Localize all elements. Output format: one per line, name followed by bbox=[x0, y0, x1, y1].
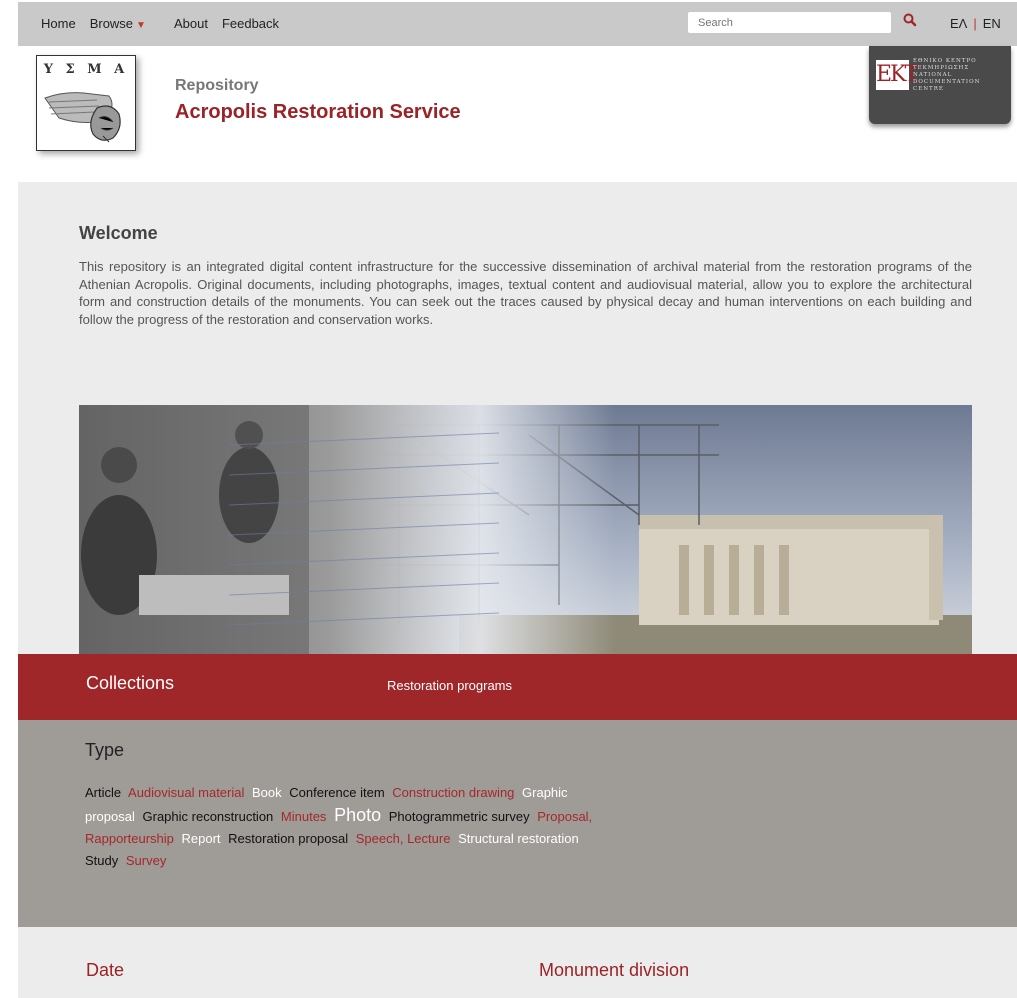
facets-section: Date Monument division bbox=[18, 927, 1017, 998]
type-tag[interactable]: Minutes bbox=[281, 809, 327, 824]
type-tag[interactable]: Structural restoration bbox=[458, 831, 579, 846]
type-tag[interactable]: Audiovisual material bbox=[128, 785, 244, 800]
monument-division-title: Monument division bbox=[539, 960, 690, 980]
welcome-title: Welcome bbox=[79, 223, 158, 243]
ekt-logo[interactable]: EKT ΕΘΝΙΚΟ ΚΕΝΤΡΟ ΤΕΚΜΗΡΙΩΣΗΣ NATIONAL D… bbox=[869, 46, 1011, 124]
ekt-caption: ΕΘΝΙΚΟ ΚΕΝΤΡΟ ΤΕΚΜΗΡΙΩΣΗΣ NATIONAL DOCUM… bbox=[913, 58, 980, 93]
top-navbar: Home Browse▼ About Feedback ΕΛ | EN bbox=[18, 2, 1017, 46]
ekt-line: CENTRE bbox=[913, 86, 944, 92]
ekt-line: NATIONAL bbox=[913, 72, 953, 78]
ekt-line: DOCUMENTATION bbox=[913, 79, 981, 85]
ysma-logo[interactable]: Υ Σ Μ Α bbox=[36, 55, 136, 151]
type-tag[interactable]: Restoration proposal bbox=[228, 831, 348, 846]
type-tag[interactable]: Graphic reconstruction bbox=[143, 809, 274, 824]
type-title: Type bbox=[85, 740, 125, 760]
nav-feedback[interactable]: Feedback bbox=[222, 16, 279, 31]
search-input[interactable] bbox=[688, 12, 891, 33]
ekt-monogram: EKT bbox=[876, 60, 919, 90]
language-switcher: ΕΛ | EN bbox=[950, 16, 1001, 31]
type-section: Type Article Audiovisual material Book C… bbox=[18, 720, 1017, 927]
welcome-section: Welcome This repository is an integrated… bbox=[18, 182, 1017, 654]
logo-text: Υ Σ Μ Α bbox=[43, 62, 129, 77]
type-tag[interactable]: Photogrammetric survey bbox=[389, 809, 530, 824]
type-tag[interactable]: Report bbox=[182, 831, 221, 846]
type-tag[interactable]: Photo bbox=[334, 805, 381, 825]
type-tag[interactable]: Conference item bbox=[289, 785, 384, 800]
ekt-line: ΤΕΚΜΗΡΙΩΣΗΣ bbox=[913, 65, 970, 71]
chevron-down-icon: ▼ bbox=[136, 20, 146, 31]
nav-browse[interactable]: Browse ▼ bbox=[90, 16, 160, 31]
nav-browse-label: Browse bbox=[89, 16, 134, 31]
type-tag[interactable]: Survey bbox=[126, 853, 166, 868]
lang-en-link[interactable]: EN bbox=[983, 16, 1001, 31]
nav-about[interactable]: About bbox=[174, 16, 208, 31]
banner-image bbox=[79, 405, 972, 654]
type-tag[interactable]: Article bbox=[85, 785, 121, 800]
date-title: Date bbox=[86, 960, 125, 980]
collections-bar: Collections Restoration programs bbox=[18, 654, 1017, 720]
nav-links: Home Browse ▼ About Feedback bbox=[41, 16, 293, 31]
welcome-text: This repository is an integrated digital… bbox=[79, 259, 972, 327]
collection-link-restoration-programs[interactable]: Restoration programs bbox=[387, 678, 512, 693]
search-icon[interactable] bbox=[902, 12, 918, 28]
type-tag[interactable]: Construction drawing bbox=[392, 785, 514, 800]
repository-title[interactable]: Acropolis Restoration Service bbox=[175, 101, 461, 124]
logo-sculpture-icon bbox=[44, 92, 121, 143]
type-tag[interactable]: Study bbox=[85, 853, 118, 868]
type-tag-cloud: Article Audiovisual material Book Confer… bbox=[85, 782, 595, 872]
collections-title: Collections bbox=[86, 673, 175, 693]
ekt-line: ΕΘΝΙΚΟ ΚΕΝΤΡΟ bbox=[913, 58, 977, 64]
lang-separator: | bbox=[973, 16, 977, 31]
repository-label: Repository bbox=[175, 77, 259, 94]
nav-home[interactable]: Home bbox=[41, 16, 76, 31]
lang-el-link[interactable]: ΕΛ bbox=[950, 16, 967, 31]
type-tag[interactable]: Speech, Lecture bbox=[356, 831, 451, 846]
type-tag[interactable]: Book bbox=[252, 785, 282, 800]
